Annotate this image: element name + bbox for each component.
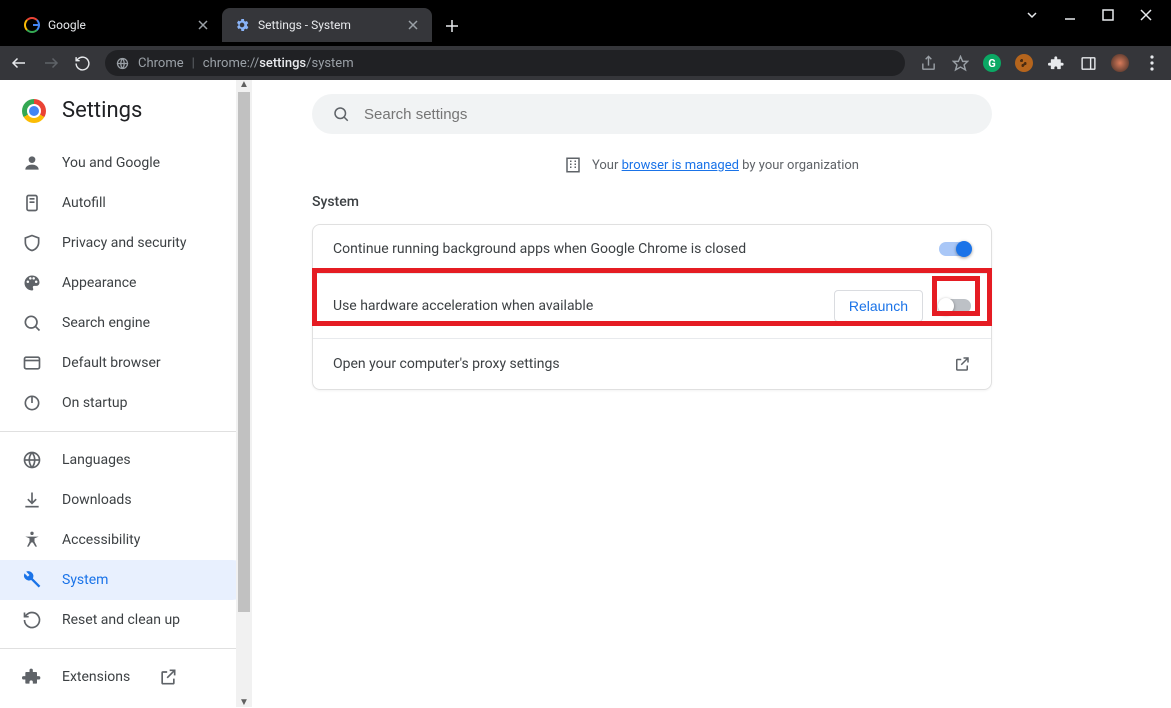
profile-avatar[interactable] — [1111, 54, 1129, 72]
managed-banner: Your browser is managed by your organiza… — [312, 134, 1111, 188]
nav-autofill[interactable]: Autofill — [0, 183, 252, 223]
extensions-puzzle-icon[interactable] — [1047, 54, 1065, 72]
browser-toolbar: Chrome | chrome://settings/system G — [0, 46, 1171, 80]
share-icon[interactable] — [919, 54, 937, 72]
scrollbar[interactable]: ▲ ▼ — [236, 80, 252, 707]
bookmark-star-icon[interactable] — [951, 54, 969, 72]
setting-label: Use hardware acceleration when available — [333, 298, 593, 314]
reload-button[interactable] — [74, 55, 91, 72]
nav-languages[interactable]: Languages — [0, 440, 252, 480]
extension-icons: G — [919, 54, 1161, 72]
close-window-icon[interactable] — [1139, 8, 1153, 22]
building-icon — [564, 156, 582, 174]
close-icon[interactable] — [196, 18, 210, 32]
page-title: Settings — [62, 98, 142, 123]
tab-settings[interactable]: Settings - System — [222, 8, 432, 42]
nav-on-startup[interactable]: On startup — [0, 383, 252, 423]
content-area: Your browser is managed by your organiza… — [252, 80, 1171, 707]
nav: You and Google Autofill Privacy and secu… — [0, 137, 252, 697]
scroll-down-icon[interactable]: ▼ — [239, 697, 249, 708]
setting-label: Continue running background apps when Go… — [333, 241, 746, 257]
forward-button[interactable] — [42, 54, 60, 72]
settings-page: ▲ ▼ Settings You and Google Autofill Pri… — [0, 80, 1171, 707]
nav-reset-and-clean-up[interactable]: Reset and clean up — [0, 600, 252, 640]
url-post: /system — [306, 56, 353, 71]
setting-background-apps: Continue running background apps when Go… — [313, 225, 991, 273]
minimize-icon[interactable] — [1063, 8, 1077, 22]
browser-managed-link[interactable]: browser is managed — [622, 158, 739, 173]
settings-brand: Settings — [0, 94, 252, 137]
google-favicon — [24, 17, 40, 33]
setting-proxy[interactable]: Open your computer's proxy settings — [313, 338, 991, 389]
nav-privacy-and-security[interactable]: Privacy and security — [0, 223, 252, 263]
chrome-logo-icon — [22, 99, 46, 123]
grammarly-extension-icon[interactable]: G — [983, 54, 1001, 72]
tab-strip: Google Settings - System — [0, 0, 466, 46]
section-title: System — [312, 188, 992, 224]
back-button[interactable] — [10, 54, 28, 72]
setting-label: Open your computer's proxy settings — [333, 356, 560, 372]
url-bold: settings — [259, 56, 306, 71]
chevron-down-icon[interactable] — [1025, 8, 1039, 22]
nav-downloads[interactable]: Downloads — [0, 480, 252, 520]
window-controls — [1025, 0, 1171, 22]
address-bar[interactable]: Chrome | chrome://settings/system — [105, 50, 905, 76]
gear-icon — [234, 17, 250, 33]
nav-you-and-google[interactable]: You and Google — [0, 143, 252, 183]
setting-hardware-acceleration: Use hardware acceleration when available… — [313, 273, 991, 338]
close-icon[interactable] — [406, 18, 420, 32]
nav-default-browser[interactable]: Default browser — [0, 343, 252, 383]
nav-appearance[interactable]: Appearance — [0, 263, 252, 303]
tab-title: Google — [48, 18, 188, 32]
scroll-up-icon[interactable]: ▲ — [239, 79, 249, 90]
toggle-background-apps[interactable] — [939, 242, 971, 256]
search-settings[interactable] — [312, 94, 992, 134]
sidebar: ▲ ▼ Settings You and Google Autofill Pri… — [0, 80, 252, 707]
relaunch-button[interactable]: Relaunch — [834, 290, 923, 322]
nav-accessibility[interactable]: Accessibility — [0, 520, 252, 560]
cookie-extension-icon[interactable] — [1015, 54, 1033, 72]
url-pre: chrome:// — [203, 56, 259, 71]
site-info-icon — [115, 56, 130, 71]
omnibox-prefix: Chrome — [138, 56, 184, 71]
tab-title: Settings - System — [258, 18, 398, 32]
sidepanel-icon[interactable] — [1079, 54, 1097, 72]
new-tab-button[interactable] — [438, 12, 466, 40]
system-card: Continue running background apps when Go… — [312, 224, 992, 390]
search-input[interactable] — [364, 106, 972, 123]
nav-system[interactable]: System — [0, 560, 252, 600]
tab-google[interactable]: Google — [12, 8, 222, 42]
nav-extensions[interactable]: Extensions — [0, 657, 252, 697]
window-titlebar: Google Settings - System — [0, 0, 1171, 46]
nav-search-engine[interactable]: Search engine — [0, 303, 252, 343]
external-link-icon — [953, 355, 971, 373]
toggle-hardware-acceleration[interactable] — [939, 299, 971, 313]
external-link-icon — [158, 667, 178, 687]
maximize-icon[interactable] — [1101, 8, 1115, 22]
search-icon — [332, 105, 350, 123]
scrollbar-thumb[interactable] — [238, 92, 250, 612]
kebab-menu-icon[interactable] — [1143, 54, 1161, 72]
